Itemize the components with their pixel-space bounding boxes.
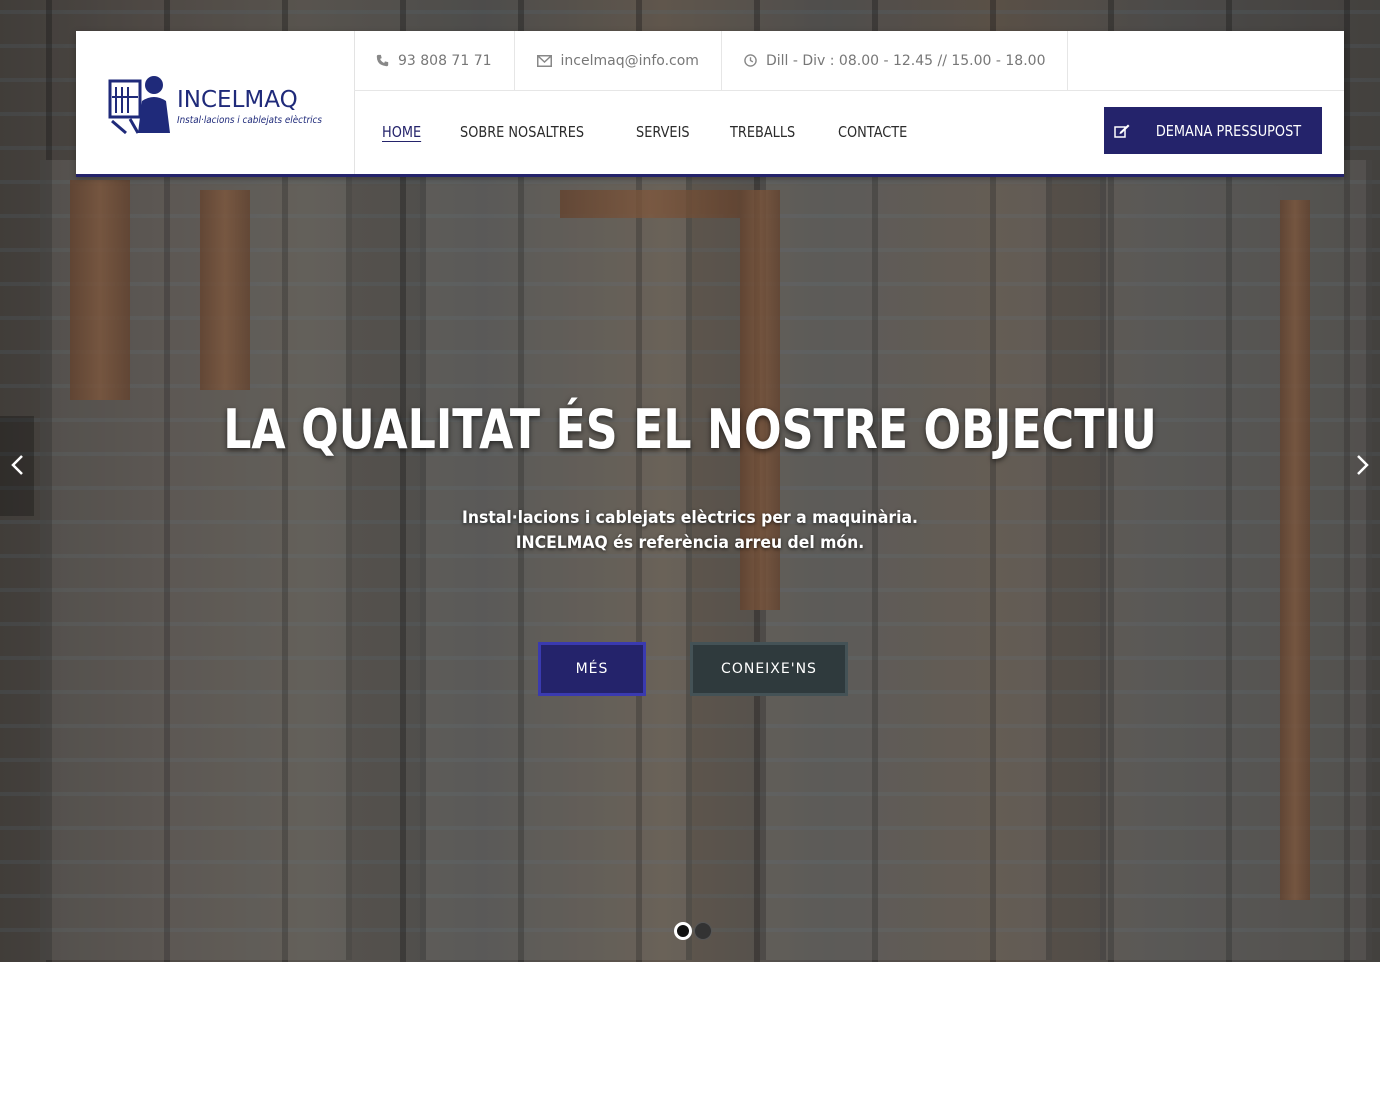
slider-pagination [674,922,712,940]
edit-icon [1113,124,1130,138]
logo-name: INCELMAQ [177,87,298,113]
email-address: incelmaq@info.com [560,52,699,69]
nav-services[interactable]: SERVEIS [636,123,690,141]
email-contact[interactable]: incelmaq@info.com [515,31,722,90]
phone-number: 93 808 71 71 [398,52,492,69]
slider-next-button[interactable] [1346,416,1380,516]
opening-hours: Dill - Div : 08.00 - 12.45 // 15.00 - 18… [722,31,1069,90]
contact-bar: 93 808 71 71 incelmaq@info.com Dill - Di… [354,31,1344,91]
chevron-left-icon [10,449,24,484]
chevron-right-icon [1356,449,1370,484]
slider-prev-button[interactable] [0,416,34,516]
nav-works[interactable]: TREBALLS [730,123,795,141]
phone-icon [376,54,389,67]
hero-title: LA QUALITAT ÉS EL NOSTRE OBJECTIU [223,398,1157,461]
clock-icon [744,54,757,67]
about-us-button[interactable]: CONEIXE'NS [690,642,848,696]
nav-contact[interactable]: CONTACTE [838,123,907,141]
main-nav: HOME SOBRE NOSALTRES SERVEIS TREBALLS CO… [382,90,951,174]
hero-subtitle: Instal·lacions i cablejats elèctrics per… [55,506,1325,556]
slider-dot[interactable] [674,922,692,940]
envelope-icon [536,54,552,67]
nav-about[interactable]: SOBRE NOSALTRES [460,123,584,141]
electrician-logo-icon [108,71,172,135]
slider-dot[interactable] [694,922,712,940]
more-button[interactable]: MÉS [538,642,646,696]
logo-tagline: Instal·lacions i cablejats elèctrics [177,115,322,126]
hero-subtitle-line: INCELMAQ és referència arreu del món. [515,533,865,553]
request-quote-label: DEMANA PRESSUPOST [1155,121,1301,140]
hours-text: Dill - Div : 08.00 - 12.45 // 15.00 - 18… [765,52,1046,69]
request-quote-button[interactable]: DEMANA PRESSUPOST [1104,107,1322,154]
hero-subtitle-line: Instal·lacions i cablejats elèctrics per… [462,508,918,528]
phone-contact[interactable]: 93 808 71 71 [354,31,515,90]
nav-home[interactable]: HOME [382,123,421,141]
logo[interactable]: INCELMAQ Instal·lacions i cablejats elèc… [76,31,355,174]
site-header: INCELMAQ Instal·lacions i cablejats elèc… [76,31,1344,177]
